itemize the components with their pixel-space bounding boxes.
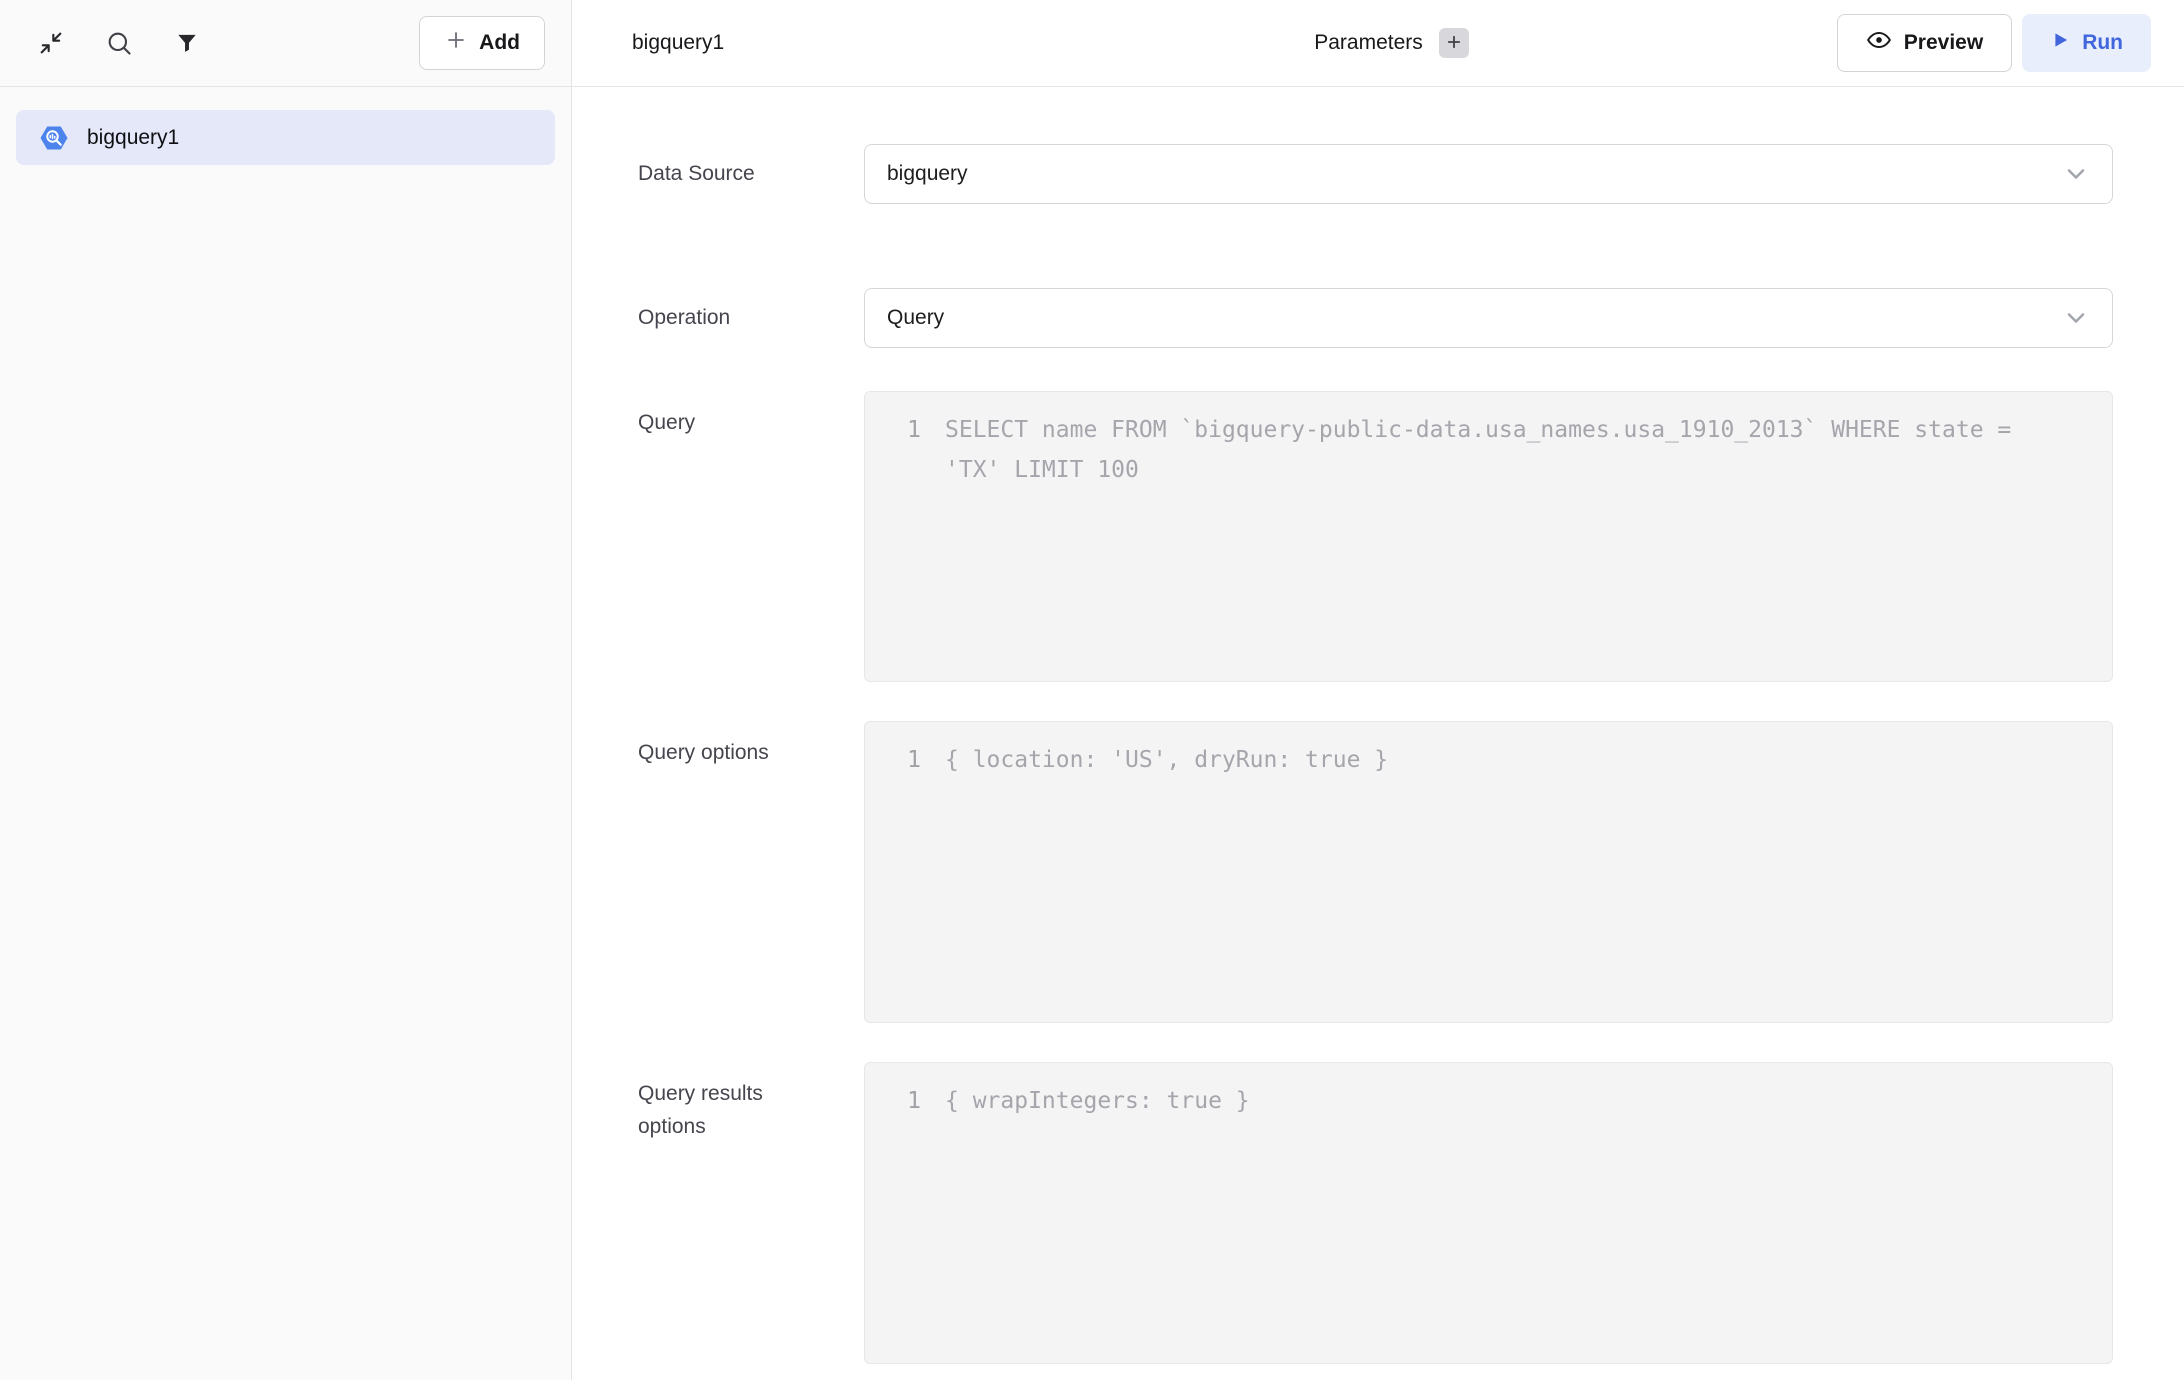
- preview-button[interactable]: Preview: [1837, 14, 2012, 72]
- search-icon: [105, 29, 133, 57]
- query-options-row: Query options 1 { location: 'US', dryRun…: [638, 721, 2113, 1023]
- plus-icon: [1445, 33, 1463, 54]
- query-title: bigquery1: [632, 31, 724, 54]
- query-list: bigquery1: [0, 87, 571, 188]
- main-panel: bigquery1 Parameters: [572, 0, 2184, 1380]
- add-parameter-button[interactable]: [1439, 28, 1469, 58]
- preview-label: Preview: [1904, 31, 1983, 55]
- eye-icon: [1866, 27, 1892, 59]
- play-icon: [2050, 30, 2070, 56]
- collapse-panel-icon: [37, 29, 65, 57]
- operation-select[interactable]: Query: [864, 288, 2113, 348]
- collapse-panel-button[interactable]: [36, 28, 66, 58]
- chevron-down-icon: [2062, 304, 2090, 332]
- query-header: bigquery1 Parameters: [572, 0, 2184, 87]
- query-row: Query 1 SELECT name FROM `bigquery-publi…: [638, 391, 2113, 682]
- data-source-row: Data Source bigquery: [638, 144, 2113, 204]
- run-label: Run: [2082, 31, 2123, 55]
- bigquery-icon: [39, 123, 69, 153]
- line-number: 1: [895, 410, 921, 450]
- filter-icon: [174, 30, 200, 56]
- add-query-button[interactable]: Add: [419, 16, 545, 70]
- line-number: 1: [895, 740, 921, 780]
- query-placeholder: SELECT name FROM `bigquery-public-data.u…: [945, 410, 2076, 490]
- query-results-options-placeholder: { wrapIntegers: true }: [945, 1081, 2076, 1121]
- query-results-options-row: Query results options 1 { wrapIntegers: …: [638, 1062, 2113, 1364]
- filter-button[interactable]: [172, 28, 202, 58]
- plus-icon: [444, 28, 468, 58]
- query-form: Data Source bigquery Operation: [572, 87, 2184, 1380]
- query-code-editor[interactable]: 1 SELECT name FROM `bigquery-public-data…: [864, 391, 2113, 682]
- query-item-label: bigquery1: [87, 126, 179, 150]
- data-source-label: Data Source: [638, 158, 864, 191]
- run-button[interactable]: Run: [2022, 14, 2151, 72]
- query-results-options-label: Query results options: [638, 1062, 864, 1143]
- app-window: Add bigquery1 bigquery1: [0, 0, 2184, 1380]
- operation-row: Operation Query: [638, 288, 2113, 348]
- query-options-label: Query options: [638, 721, 864, 770]
- query-options-editor[interactable]: 1 { location: 'US', dryRun: true }: [864, 721, 2113, 1023]
- search-button[interactable]: [104, 28, 134, 58]
- add-query-label: Add: [479, 31, 520, 55]
- data-source-select[interactable]: bigquery: [864, 144, 2113, 204]
- data-source-value: bigquery: [887, 162, 968, 186]
- query-results-options-editor[interactable]: 1 { wrapIntegers: true }: [864, 1062, 2113, 1364]
- query-list-item-bigquery1[interactable]: bigquery1: [16, 110, 555, 165]
- sidebar-toolbar: Add: [0, 0, 571, 87]
- parameters-label: Parameters: [1314, 31, 1423, 55]
- query-panel-sidebar: Add bigquery1: [0, 0, 572, 1380]
- operation-label: Operation: [638, 302, 864, 335]
- query-label: Query: [638, 391, 864, 440]
- query-options-placeholder: { location: 'US', dryRun: true }: [945, 740, 2076, 780]
- chevron-down-icon: [2062, 160, 2090, 188]
- line-number: 1: [895, 1081, 921, 1121]
- operation-value: Query: [887, 306, 944, 330]
